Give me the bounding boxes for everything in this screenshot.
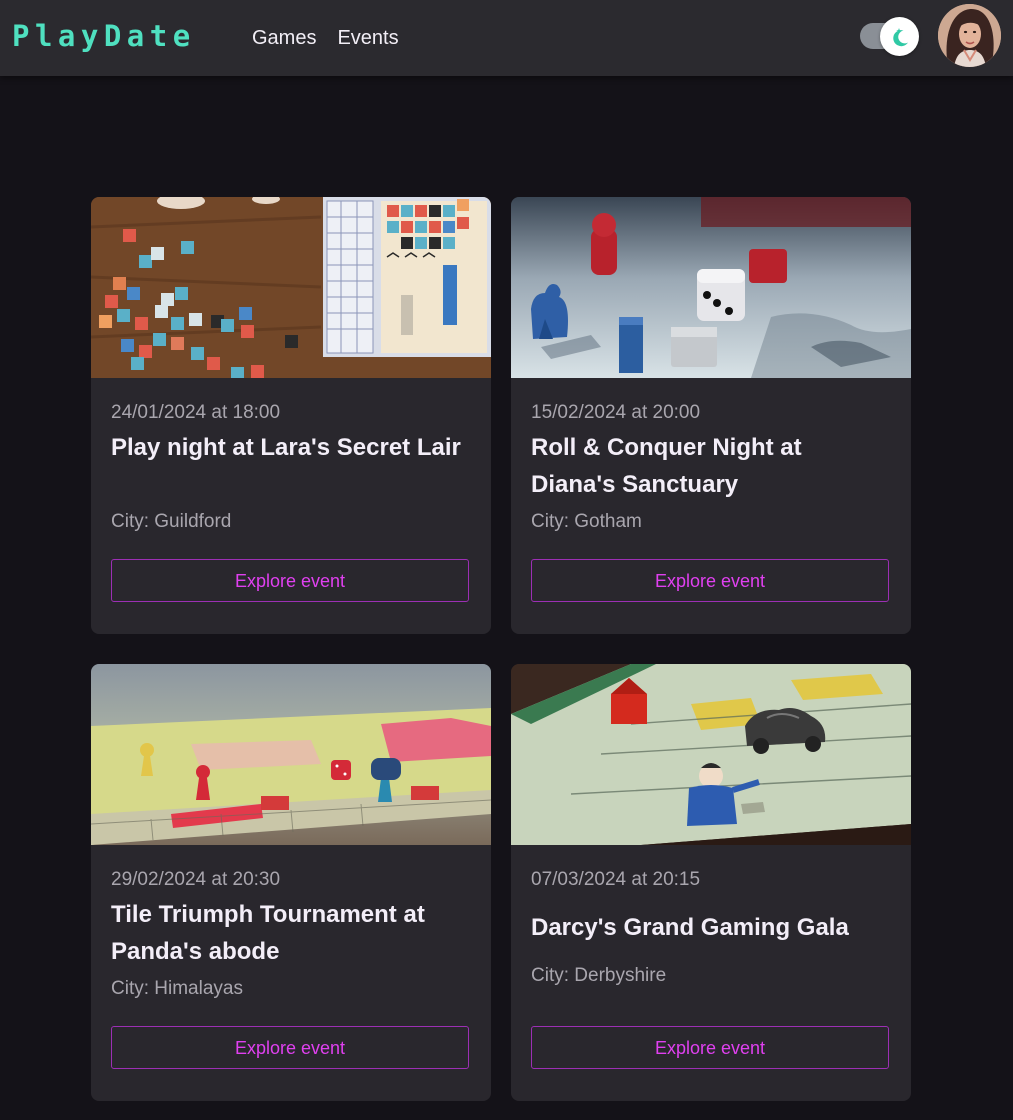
event-image	[91, 664, 491, 845]
event-title: Play night at Lara's Secret Lair	[111, 434, 461, 461]
event-card: 15/02/2024 at 20:00 Roll & Conquer Night…	[511, 197, 911, 634]
event-title: Darcy's Grand Gaming Gala	[531, 914, 849, 941]
event-card: 07/03/2024 at 20:15 Darcy's Grand Gaming…	[511, 664, 911, 1101]
event-card: 24/01/2024 at 18:00 Play night at Lara's…	[91, 197, 491, 634]
event-date: 29/02/2024 at 20:30	[111, 869, 281, 890]
nav-link-games[interactable]: Games	[252, 25, 316, 51]
event-city: City: Derbyshire	[531, 965, 667, 986]
nav-link-events[interactable]: Events	[337, 25, 398, 51]
event-city: City: Guildford	[111, 511, 232, 532]
top-navbar: PlayDate Games Events	[0, 0, 1013, 76]
event-date: 24/01/2024 at 18:00	[111, 402, 281, 423]
event-image	[91, 197, 491, 378]
dice-meeples-photo	[511, 197, 911, 378]
explore-event-button[interactable]: Explore event	[531, 1026, 889, 1069]
event-image	[511, 197, 911, 378]
main-nav: Games Events	[252, 25, 399, 51]
user-avatar[interactable]	[938, 4, 1001, 67]
event-date: 15/02/2024 at 20:00	[531, 402, 701, 423]
app-logo[interactable]: PlayDate	[12, 18, 196, 54]
event-title: Roll & Conquer Night at Diana's Sanctuar…	[531, 434, 802, 498]
explore-event-button[interactable]: Explore event	[111, 559, 469, 602]
event-image	[511, 664, 911, 845]
event-city: City: Gotham	[531, 511, 642, 532]
monopoly-board-photo	[511, 664, 911, 845]
explore-event-button[interactable]: Explore event	[111, 1026, 469, 1069]
event-date: 07/03/2024 at 20:15	[531, 869, 701, 890]
event-card: 29/02/2024 at 20:30 Tile Triumph Tournam…	[91, 664, 491, 1101]
moon-stars-icon	[892, 27, 908, 46]
event-title: Tile Triumph Tournament at Panda's abode	[111, 901, 425, 965]
theme-toggle[interactable]	[860, 17, 919, 56]
toggle-knob	[880, 17, 919, 56]
explore-event-button[interactable]: Explore event	[531, 559, 889, 602]
tile-game-photo	[91, 197, 491, 378]
event-city: City: Himalayas	[111, 978, 243, 999]
board-pawns-photo	[91, 664, 491, 845]
avatar-image	[938, 4, 1001, 67]
